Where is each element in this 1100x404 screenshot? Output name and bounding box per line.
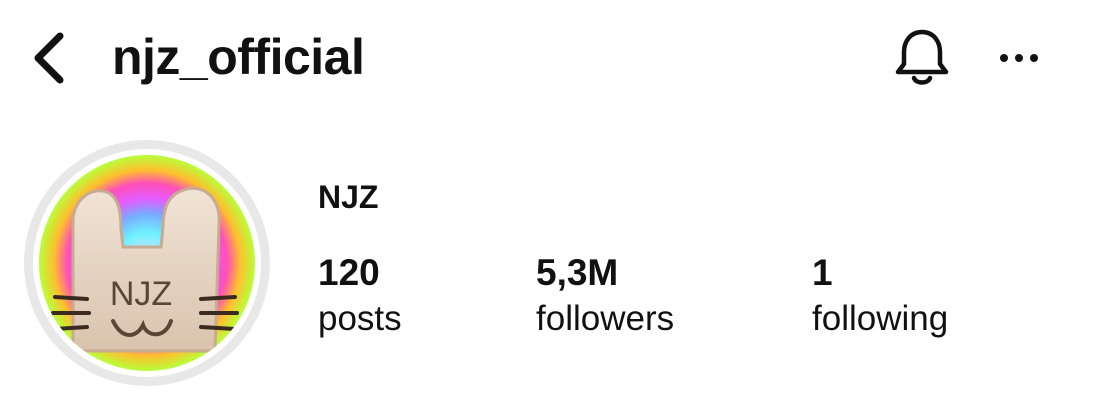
followers-label: followers bbox=[536, 299, 675, 338]
profile-header: njz_official bbox=[0, 0, 1100, 120]
bell-icon bbox=[895, 29, 949, 85]
posts-count: 120 bbox=[318, 252, 380, 293]
followers-count: 5,3M bbox=[536, 252, 619, 293]
profile-username: njz_official bbox=[112, 29, 365, 85]
posts-label: posts bbox=[318, 299, 402, 338]
following-count: 1 bbox=[812, 252, 833, 293]
posts-stat[interactable]: 120 posts bbox=[318, 252, 402, 340]
avatar-image: NJZ bbox=[39, 155, 255, 371]
more-options-button[interactable] bbox=[994, 38, 1044, 78]
notifications-button[interactable] bbox=[890, 24, 954, 90]
followers-stat[interactable]: 5,3M followers bbox=[536, 252, 674, 340]
profile-display-name: NJZ bbox=[318, 179, 379, 215]
avatar-logo-text: NJZ bbox=[110, 275, 172, 313]
profile-avatar[interactable]: NJZ bbox=[24, 140, 270, 386]
following-stat[interactable]: 1 following bbox=[812, 252, 948, 340]
chevron-left-icon bbox=[34, 32, 64, 84]
following-label: following bbox=[812, 299, 949, 338]
more-horizontal-icon bbox=[1000, 54, 1038, 62]
back-button[interactable] bbox=[28, 30, 72, 86]
